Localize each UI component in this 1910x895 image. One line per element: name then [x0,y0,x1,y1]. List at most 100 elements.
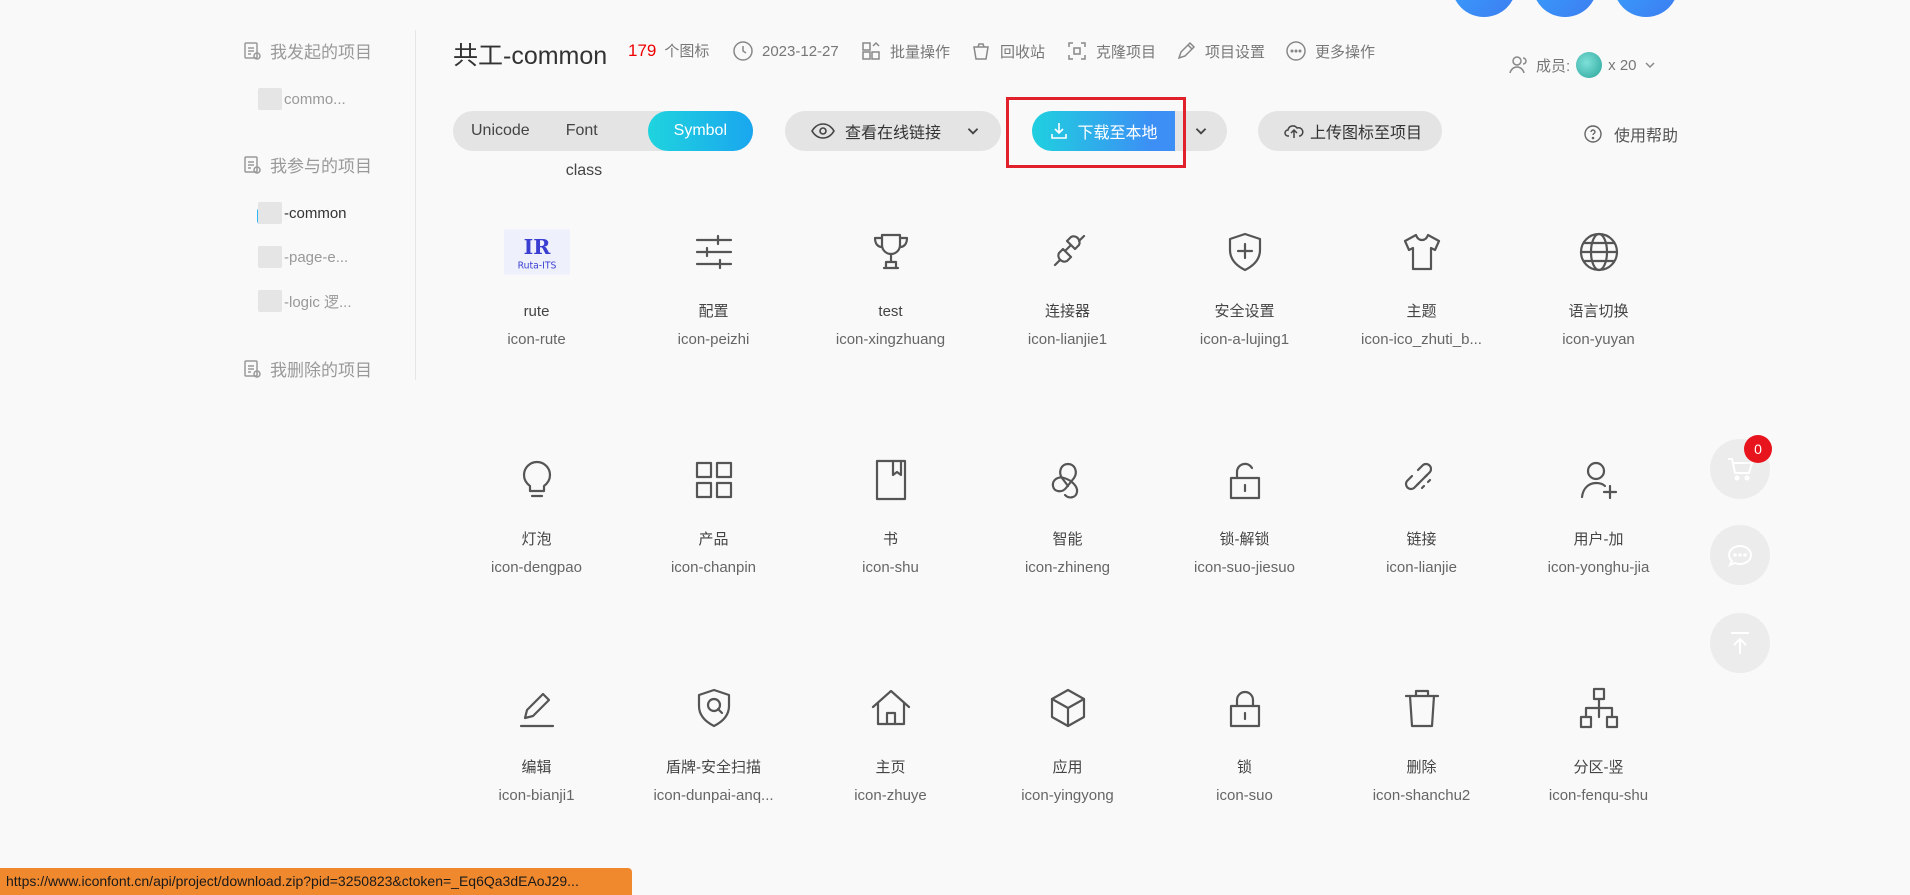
back-to-top-button[interactable] [1710,613,1770,673]
chat-icon [1727,545,1753,567]
batch-button[interactable]: 批量操作 [860,40,950,62]
highlight-box [1006,97,1186,168]
icon-code: icon-yuyan [1562,331,1635,348]
tab-unicode[interactable]: Unicode [453,111,548,151]
icon-card[interactable]: 产品 icon-chanpin [636,448,791,578]
icon-card[interactable]: 灯泡 icon-dengpao [459,448,614,578]
icon-code: icon-suo-jiesuo [1194,559,1295,576]
more-label: 更多操作 [1315,43,1376,61]
book-icon [875,459,906,501]
batch-icon [862,41,880,60]
icon-card[interactable]: 应用 icon-yingyong [990,676,1145,806]
icon-card[interactable]: 分区-竖 icon-fenqu-shu [1521,676,1676,806]
icon-card[interactable]: 链接 icon-lianjie [1344,448,1499,578]
unlock-icon [1229,462,1260,500]
project-title: 共工-common [453,42,608,70]
help-link[interactable]: 使用帮助 [1584,122,1678,146]
bulb-icon [522,460,551,498]
blurred-text [258,88,282,110]
icon-card[interactable]: 锁-解锁 icon-suo-jiesuo [1167,448,1322,578]
icon-card[interactable]: 盾牌-安全扫描 icon-dunpai-anq... [636,676,791,806]
view-link-label: 查看在线链接 [845,125,942,142]
page: 我发起的项目 commo... 我参与的项目 -common -page-e..… [0,0,1910,895]
clone-button[interactable]: 克隆项目 [1066,40,1156,62]
icon-card[interactable]: 主页 icon-zhuye [813,676,968,806]
cart-badge: 0 [1744,435,1772,463]
users-icon [1509,56,1527,74]
sidebar-item-joined-0[interactable]: -common [258,202,347,224]
icon-code: icon-suo [1216,787,1273,804]
icon-card[interactable]: 删除 icon-shanchu2 [1344,676,1499,806]
sidebar-item-started-0[interactable]: commo... [258,88,346,110]
top-decor-circle [1533,0,1597,17]
icon-name: 分区-竖 [1573,759,1624,776]
tab-font-class[interactable]: Font class [548,111,648,179]
icon-name: 链接 [1406,531,1437,548]
sliders-icon [695,234,732,270]
icon-code: icon-peizhi [677,331,750,348]
help-label: 使用帮助 [1614,128,1679,145]
chat-button[interactable] [1710,525,1770,585]
icon-card[interactable]: 书 icon-shu [813,448,968,578]
settings-button[interactable]: 项目设置 [1175,40,1265,62]
upload-button[interactable]: 上传图标至项目 [1258,111,1442,151]
logo-icon: IR Ruta-ITS [503,229,570,275]
batch-label: 批量操作 [890,43,951,61]
icon-code: icon-lianjie [1386,559,1457,576]
icon-count-value: 179 [628,40,657,60]
created-date: 2023-12-27 [732,40,839,62]
sidebar-group-started[interactable]: 我发起的项目 [242,38,372,63]
project-sidebar: 我发起的项目 commo... 我参与的项目 -common -page-e..… [230,30,416,380]
sidebar-group-label: 我删除的项目 [270,361,372,380]
icon-code: icon-yonghu-jia [1547,559,1650,576]
icon-card[interactable]: 语言切换 icon-yuyan [1521,220,1676,350]
icon-code: icon-rute [507,331,566,348]
chevron-down-icon[interactable] [965,123,981,139]
members[interactable]: 成员: x 20 [1508,52,1657,78]
eye-icon [811,123,835,139]
icon-name: 锁-解锁 [1219,531,1270,548]
sidebar-item-joined-2[interactable]: -logic 逻... [258,290,352,312]
sidebar-group-label: 我参与的项目 [270,157,372,176]
doc-icon [244,41,261,60]
upload-cloud-icon [1284,125,1304,138]
sidebar-item-joined-1[interactable]: -page-e... [258,246,348,268]
blurred-text [258,290,282,312]
icon-code: icon-bianji1 [498,787,575,804]
view-link-button[interactable]: 查看在线链接 [785,111,1001,151]
clone-label: 克隆项目 [1096,43,1157,61]
icon-card[interactable]: 编辑 icon-bianji1 [459,676,614,806]
icon-card[interactable]: 安全设置 icon-a-lujing1 [1167,220,1322,350]
doc-icon [244,359,261,378]
icon-card[interactable]: 连接器 icon-lianjie1 [990,220,1145,350]
icon-card[interactable]: 智能 icon-zhineng [990,448,1145,578]
more-button[interactable]: 更多操作 [1285,40,1375,62]
icon-name: 编辑 [521,759,552,776]
chevron-down-icon [1645,62,1655,69]
icon-card[interactable]: 配置 icon-peizhi [636,220,791,350]
icon-card[interactable]: 锁 icon-suo [1167,676,1322,806]
icon-card[interactable]: test icon-xingzhuang [813,220,968,350]
icon-code: icon-yingyong [1021,787,1114,804]
icon-code: icon-chanpin [670,559,757,576]
clock-icon [733,41,753,61]
sidebar-group-joined[interactable]: 我参与的项目 [242,152,372,177]
recycle-button[interactable]: 回收站 [970,40,1045,62]
icon-name: 锁 [1236,759,1252,776]
icon-code: icon-dunpai-anq... [653,787,774,804]
icon-card[interactable]: 用户-加 icon-yonghu-jia [1521,448,1676,578]
sidebar-item-label: -common [284,204,347,222]
edit-icon [519,692,554,728]
link-icon [1404,462,1432,491]
icon-card[interactable]: 主题 icon-ico_zhuti_b... [1344,220,1499,350]
svg-text:IR: IR [523,235,551,259]
icon-name: 连接器 [1044,303,1090,320]
sidebar-group-deleted[interactable]: 我删除的项目 [242,356,372,381]
icon-code: icon-fenqu-shu [1548,787,1649,804]
icon-code: icon-xingzhuang [835,331,946,348]
doc-icon [244,155,261,174]
members-count: x 20 [1608,56,1637,74]
tab-symbol[interactable]: Symbol [647,111,753,151]
icon-card[interactable]: IR Ruta-ITS rute icon-rute [459,220,614,350]
top-decor-circle [1614,0,1678,17]
